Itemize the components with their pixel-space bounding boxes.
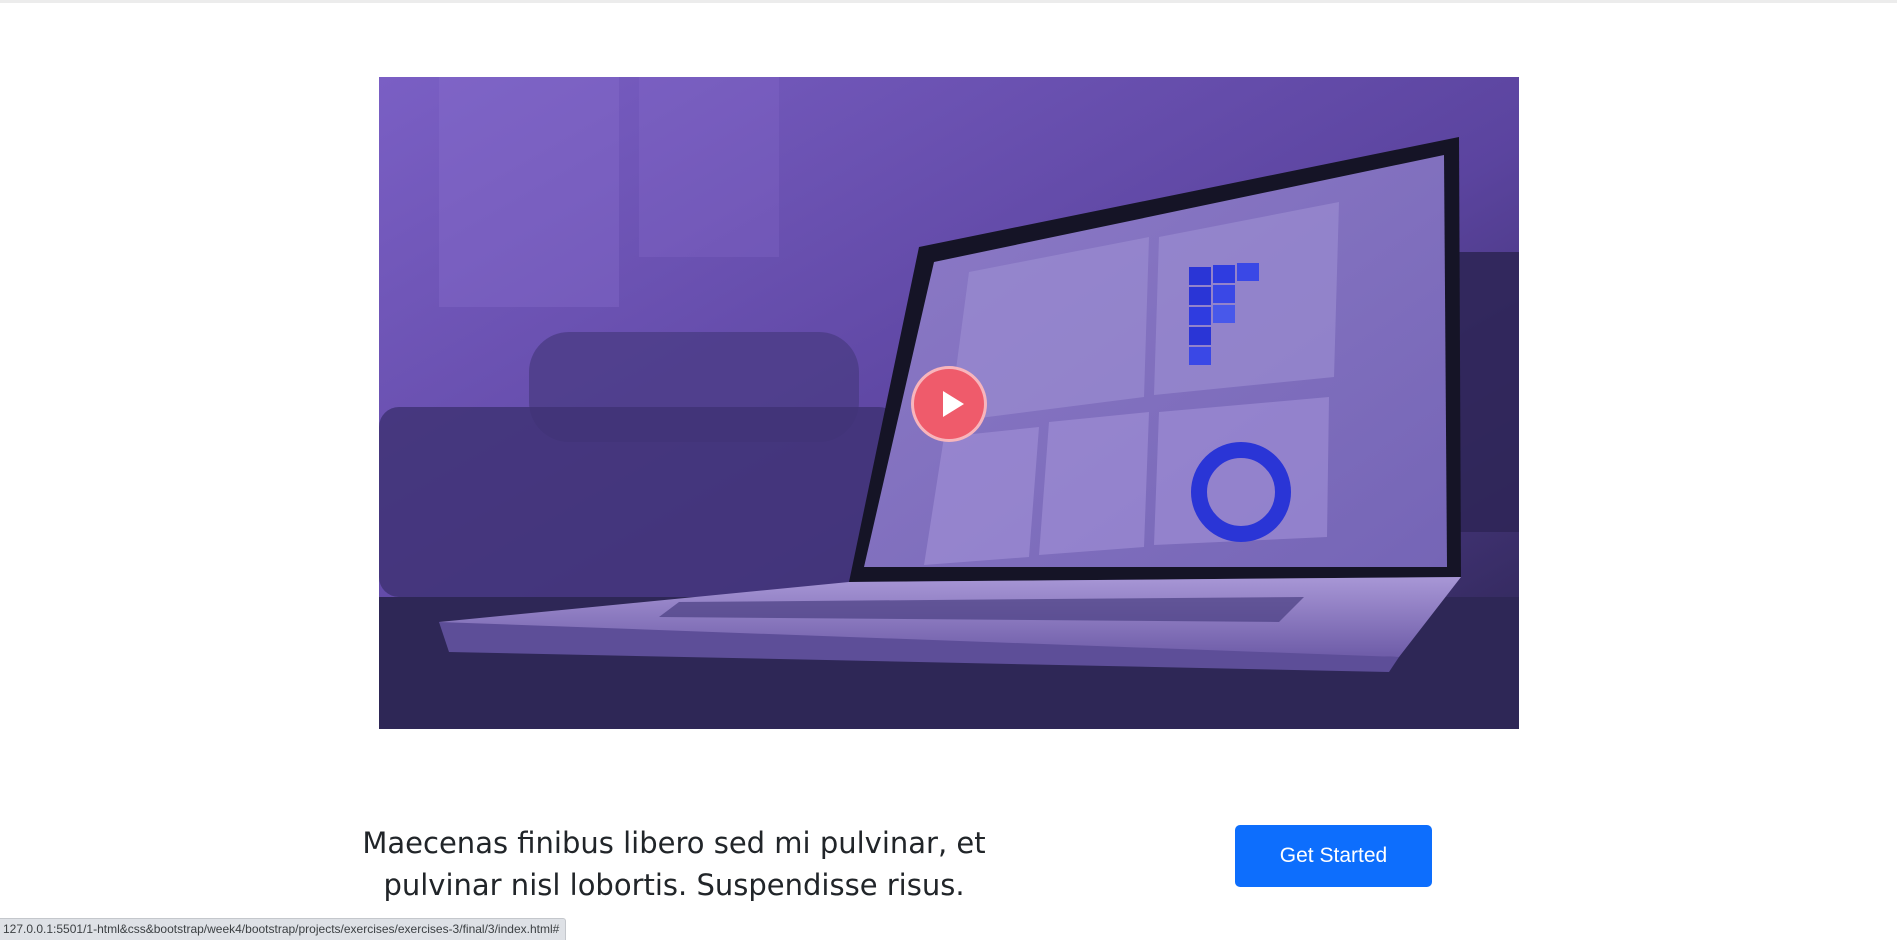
browser-status-url: 127.0.0.1:5501/1-html&css&bootstrap/week…	[0, 918, 567, 940]
get-started-button[interactable]: Get Started	[1235, 825, 1432, 887]
play-icon	[943, 391, 964, 417]
cta-tagline: Maecenas finibus libero sed mi pulvinar,…	[362, 826, 986, 902]
top-divider	[0, 0, 1897, 3]
play-button[interactable]	[911, 366, 987, 442]
